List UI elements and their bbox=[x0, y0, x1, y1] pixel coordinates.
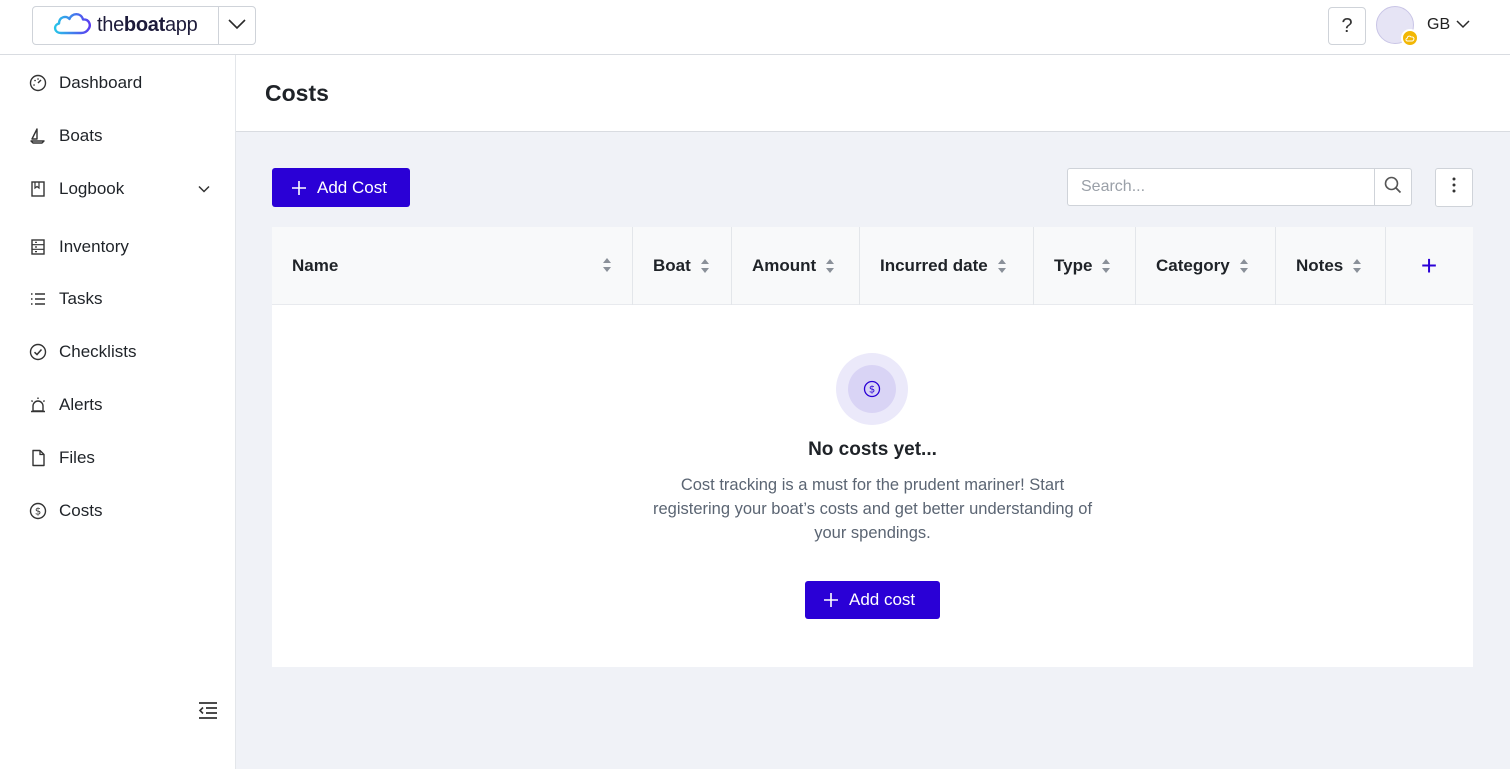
sidebar-item-files[interactable]: Files bbox=[28, 446, 218, 470]
user-menu[interactable]: GB bbox=[1376, 6, 1470, 47]
user-initials: GB bbox=[1427, 16, 1451, 33]
logo-text: theboatapp bbox=[97, 14, 198, 36]
siren-icon bbox=[28, 395, 48, 415]
sidebar-item-label: Checklists bbox=[59, 342, 137, 361]
sidebar-item-costs[interactable]: $ Costs bbox=[28, 499, 218, 523]
search-box bbox=[1067, 168, 1412, 206]
help-button[interactable]: ? bbox=[1328, 7, 1366, 45]
book-icon bbox=[28, 179, 48, 199]
plus-icon bbox=[824, 589, 838, 611]
collapse-menu-icon bbox=[197, 701, 219, 726]
inventory-icon bbox=[28, 237, 48, 257]
empty-state-description: Cost tracking is a must for the prudent … bbox=[652, 476, 1093, 542]
sidebar-item-alerts[interactable]: Alerts bbox=[28, 393, 218, 417]
check-circle-icon bbox=[28, 342, 48, 362]
sidebar-item-dashboard[interactable]: Dashboard bbox=[28, 71, 218, 95]
app-switcher: theboatapp bbox=[32, 6, 256, 45]
add-column-button[interactable]: + bbox=[1385, 227, 1473, 305]
dollar-circle-icon: $ bbox=[28, 501, 48, 521]
sidebar-item-label: Inventory bbox=[59, 237, 129, 256]
main-content: Add Cost Name Boat bbox=[236, 132, 1510, 769]
sidebar-item-label: Alerts bbox=[59, 395, 103, 414]
svg-text:$: $ bbox=[869, 385, 875, 396]
search-button[interactable] bbox=[1374, 168, 1412, 206]
app-switcher-dropdown[interactable] bbox=[219, 7, 255, 44]
costs-table: Name Boat Amount Incurred date Type Cate… bbox=[272, 227, 1473, 667]
gauge-icon bbox=[28, 73, 48, 93]
chevron-down-icon bbox=[198, 180, 210, 198]
column-header-notes[interactable]: Notes bbox=[1276, 227, 1386, 305]
add-cost-label: Add cost bbox=[849, 590, 916, 609]
dollar-circle-icon: $ bbox=[848, 365, 896, 413]
column-header-incurred-date[interactable]: Incurred date bbox=[860, 227, 1034, 305]
sidebar: Dashboard Boats Logbook Inventory Tasks … bbox=[0, 55, 236, 769]
kebab-menu-icon bbox=[1452, 177, 1456, 198]
cloud-logo-icon bbox=[51, 10, 93, 41]
column-label: Name bbox=[292, 256, 339, 275]
sidebar-item-label: Files bbox=[59, 448, 95, 467]
svg-text:$: $ bbox=[35, 507, 41, 518]
collapse-sidebar-button[interactable] bbox=[196, 701, 220, 725]
sort-icon bbox=[1352, 258, 1362, 274]
table-header: Name Boat Amount Incurred date Type Cate… bbox=[272, 227, 1473, 305]
page-title: Costs bbox=[265, 80, 329, 106]
sort-icon bbox=[602, 257, 612, 273]
page-header: Costs bbox=[236, 55, 1510, 132]
column-header-amount[interactable]: Amount bbox=[732, 227, 860, 305]
sidebar-item-label: Costs bbox=[59, 501, 103, 520]
plus-icon bbox=[292, 177, 306, 199]
sidebar-item-inventory[interactable]: Inventory bbox=[28, 235, 218, 259]
search-icon bbox=[1384, 176, 1402, 199]
sidebar-item-tasks[interactable]: Tasks bbox=[28, 287, 218, 311]
top-bar: theboatapp ? GB bbox=[0, 0, 1510, 55]
add-cost-label: Add Cost bbox=[317, 177, 387, 197]
column-header-type[interactable]: Type bbox=[1034, 227, 1136, 305]
sort-icon bbox=[700, 258, 710, 274]
empty-state-icon: $ bbox=[836, 353, 908, 425]
column-header-category[interactable]: Category bbox=[1136, 227, 1276, 305]
sidebar-item-checklists[interactable]: Checklists bbox=[28, 340, 218, 364]
column-label: Amount bbox=[752, 256, 817, 275]
help-label: ? bbox=[1341, 14, 1353, 37]
sidebar-item-boats[interactable]: Boats bbox=[28, 124, 218, 148]
add-cost-button[interactable]: Add Cost bbox=[272, 168, 410, 207]
chevron-down-icon bbox=[1456, 16, 1470, 34]
empty-state-title: No costs yet... bbox=[808, 439, 937, 460]
column-label: Category bbox=[1156, 256, 1230, 275]
column-label: Boat bbox=[653, 256, 691, 275]
more-options-button[interactable] bbox=[1435, 168, 1473, 207]
list-icon bbox=[28, 289, 48, 309]
sidebar-item-label: Boats bbox=[59, 126, 103, 145]
sailboat-icon bbox=[28, 126, 48, 146]
sort-icon bbox=[1239, 258, 1249, 274]
chevron-down-icon bbox=[228, 17, 246, 35]
column-header-boat[interactable]: Boat bbox=[633, 227, 732, 305]
search-input[interactable] bbox=[1067, 168, 1374, 206]
app-logo[interactable]: theboatapp bbox=[33, 7, 219, 44]
sort-icon bbox=[1101, 258, 1111, 274]
sort-icon bbox=[825, 258, 835, 274]
column-label: Notes bbox=[1296, 256, 1344, 275]
column-header-name[interactable]: Name bbox=[272, 227, 633, 305]
sidebar-item-label: Tasks bbox=[59, 289, 103, 308]
sidebar-item-label: Logbook bbox=[59, 179, 125, 198]
cloud-badge-icon bbox=[1401, 29, 1419, 47]
column-label: Type bbox=[1054, 256, 1093, 275]
sidebar-item-label: Dashboard bbox=[59, 73, 143, 92]
sidebar-item-logbook[interactable]: Logbook bbox=[28, 177, 218, 201]
file-icon bbox=[28, 448, 48, 468]
column-label: Incurred date bbox=[880, 256, 988, 275]
avatar bbox=[1376, 6, 1419, 47]
empty-state-add-cost-button[interactable]: Add cost bbox=[805, 581, 940, 619]
sort-icon bbox=[997, 258, 1007, 274]
